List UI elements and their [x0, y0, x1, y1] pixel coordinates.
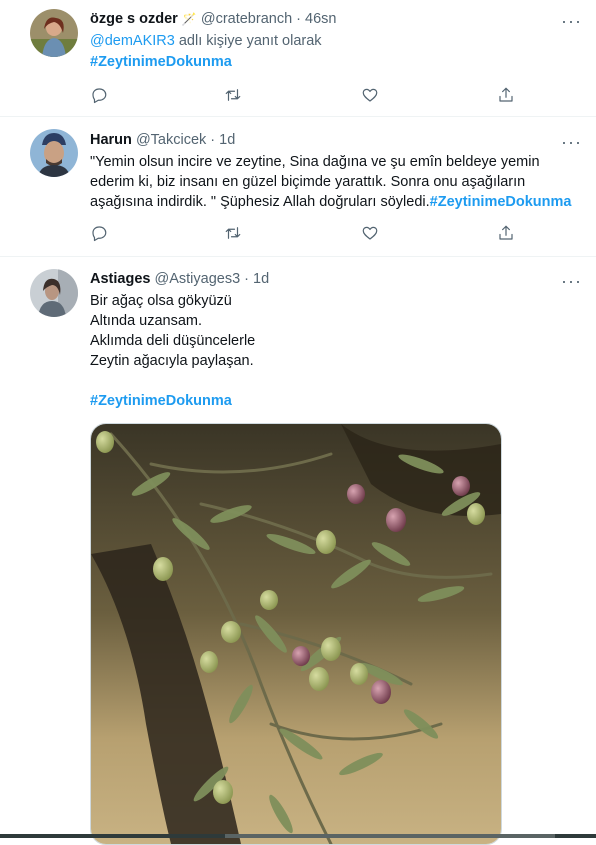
separator-dot: ·	[210, 132, 216, 148]
reply-icon	[92, 88, 107, 104]
retweet-icon	[225, 89, 241, 101]
scrollbar-thumb[interactable]	[225, 834, 555, 838]
avatar[interactable]	[30, 269, 78, 317]
hashtag-link[interactable]: #ZeytinimeDokunma	[430, 194, 572, 210]
display-name[interactable]: Astiages	[90, 271, 150, 287]
reply-button[interactable]	[90, 224, 110, 244]
tweet-text-line: aşağısına indirdik. " Şüphesiz Allah doğ…	[90, 192, 571, 212]
share-button[interactable]	[497, 224, 517, 244]
tweet-text-fragment: aşağısına indirdik. " Şüphesiz Allah doğ…	[90, 194, 430, 210]
tweet-actions	[90, 224, 513, 244]
share-button[interactable]	[497, 86, 517, 106]
heart-icon	[362, 88, 378, 102]
avatar[interactable]	[30, 9, 78, 57]
tweet-text-line: Zeytin ağacıyla paylaşan.	[90, 353, 254, 369]
olive-branch-photo	[91, 424, 501, 844]
tweet-text-line: ederim ki, biz insanı en güzel biçimde y…	[90, 174, 526, 190]
retweet-button[interactable]	[224, 224, 244, 244]
user-handle[interactable]: @Astiyages3	[154, 271, 240, 287]
tweet-text-line: "Yemin olsun incire ve zeytine, Sina dağ…	[90, 154, 540, 170]
reply-mention-link[interactable]: @demAKIR3	[90, 33, 175, 49]
display-name[interactable]: Harun	[90, 132, 132, 148]
like-button[interactable]	[361, 224, 381, 244]
separator-dot: ·	[244, 271, 250, 287]
hashtag-link[interactable]: #ZeytinimeDokunma	[90, 54, 232, 70]
share-icon	[499, 87, 513, 102]
retweet-button[interactable]	[224, 86, 244, 106]
tweet-header: Astiages @Astiyages3 · 1d	[90, 270, 269, 288]
tweet-text: #ZeytinimeDokunma	[90, 52, 232, 72]
tweet-header: Harun @Takcicek · 1d	[90, 131, 235, 149]
tweet-header: özge s ozder 🪄 @cratebranch · 46sn	[90, 10, 337, 28]
more-options-button[interactable]: ···	[561, 133, 582, 151]
timestamp[interactable]: 46sn	[305, 11, 336, 27]
tweet-text-line: Aklımda deli düşüncelerle	[90, 333, 256, 349]
like-button[interactable]	[361, 86, 381, 106]
hashtag-link[interactable]: #ZeytinimeDokunma	[90, 393, 232, 409]
heart-icon	[362, 226, 378, 240]
horizontal-scrollbar[interactable]	[0, 834, 596, 838]
user-handle[interactable]: @Takcicek	[136, 132, 206, 148]
tweet-photo[interactable]	[90, 423, 502, 845]
more-options-button[interactable]: ···	[561, 12, 582, 30]
timestamp[interactable]: 1d	[253, 271, 269, 287]
tweet-text: Bir ağaç olsa gökyüzü Altında uzansam. A…	[90, 291, 255, 411]
tweet[interactable]: Harun @Takcicek · 1d ··· "Yemin olsun in…	[0, 117, 596, 257]
reply-context: @demAKIR3 adlı kişiye yanıt olarak	[90, 33, 322, 49]
share-icon	[499, 225, 513, 240]
tweet-actions	[90, 86, 513, 106]
timestamp[interactable]: 1d	[219, 132, 235, 148]
tweet-text-line: Bir ağaç olsa gökyüzü	[90, 293, 232, 309]
tweet-text-line: Altında uzansam.	[90, 313, 203, 329]
tweet[interactable]: özge s ozder 🪄 @cratebranch · 46sn ··· @…	[0, 0, 596, 117]
retweet-icon	[225, 227, 241, 239]
wand-icon: 🪄	[181, 12, 197, 26]
user-handle[interactable]: @cratebranch	[201, 11, 292, 27]
reply-button[interactable]	[90, 86, 110, 106]
reply-icon	[92, 226, 107, 242]
avatar[interactable]	[30, 129, 78, 177]
tweet-text: "Yemin olsun incire ve zeytine, Sina dağ…	[90, 152, 571, 212]
separator-dot: ·	[296, 11, 302, 27]
more-options-button[interactable]: ···	[561, 272, 582, 290]
display-name[interactable]: özge s ozder	[90, 11, 178, 27]
reply-context-text: adlı kişiye yanıt olarak	[174, 33, 322, 49]
